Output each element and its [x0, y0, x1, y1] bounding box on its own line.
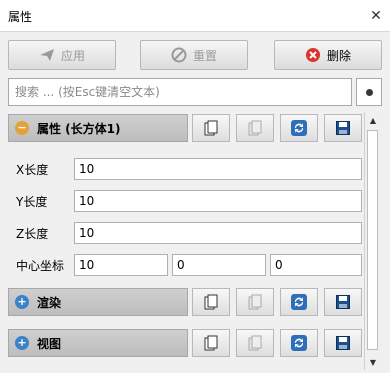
save-button[interactable]: [324, 329, 362, 357]
refresh-icon: [291, 294, 307, 310]
refresh-icon: [291, 335, 307, 351]
expand-icon: +: [15, 336, 29, 350]
search-input[interactable]: [9, 79, 351, 105]
copy-button[interactable]: [192, 114, 230, 142]
x-length-field[interactable]: 10: [74, 158, 362, 180]
paste-button[interactable]: [236, 114, 274, 142]
center-z-field[interactable]: 0: [270, 254, 362, 276]
section-view-header[interactable]: + 视图: [8, 329, 188, 357]
reset-button[interactable]: 重置: [140, 40, 248, 70]
refresh-button[interactable]: [280, 329, 318, 357]
reset-icon: [171, 47, 187, 63]
paste-icon: [248, 294, 262, 310]
search-box: [8, 78, 352, 106]
paste-button[interactable]: [236, 329, 274, 357]
close-button[interactable]: ✕: [366, 6, 386, 26]
section-properties-header[interactable]: − 属性 (长方体1): [8, 114, 188, 142]
scroll-down-icon[interactable]: ▼: [365, 354, 381, 370]
apply-button[interactable]: 应用: [8, 40, 116, 70]
paste-button[interactable]: [236, 288, 274, 316]
refresh-icon: [291, 120, 307, 136]
center-x-field[interactable]: 10: [74, 254, 168, 276]
section-view-title: 视图: [37, 336, 62, 351]
z-length-label: Z长度: [16, 227, 49, 241]
save-icon: [336, 121, 350, 135]
copy-icon: [204, 120, 218, 136]
copy-icon: [204, 294, 218, 310]
copy-icon: [204, 335, 218, 351]
save-icon: [336, 336, 350, 350]
y-length-field[interactable]: 10: [74, 190, 362, 212]
delete-icon: [305, 48, 320, 62]
section-render-header[interactable]: + 渲染: [8, 288, 188, 316]
refresh-button[interactable]: [280, 114, 318, 142]
save-button[interactable]: [324, 114, 362, 142]
scrollbar-thumb[interactable]: [367, 130, 378, 350]
vertical-scrollbar[interactable]: ▲ ▼: [364, 112, 380, 370]
section-properties-title: 属性 (长方体1): [37, 121, 121, 136]
delete-label: 删除: [326, 48, 351, 63]
center-y-field[interactable]: 0: [172, 254, 266, 276]
paste-icon: [248, 335, 262, 351]
copy-button[interactable]: [192, 288, 230, 316]
section-render-title: 渲染: [37, 295, 62, 310]
send-icon: [39, 49, 54, 61]
y-length-label: Y长度: [16, 195, 48, 209]
z-length-field[interactable]: 10: [74, 222, 362, 244]
collapse-icon: −: [15, 121, 29, 135]
paste-icon: [248, 120, 262, 136]
expand-icon: +: [15, 295, 29, 309]
center-label: 中心坐标: [16, 259, 65, 273]
scroll-up-icon[interactable]: ▲: [365, 112, 381, 128]
reset-label: 重置: [192, 48, 217, 63]
properties-panel: 应用 重置 删除 − 属性 (长方体1) X长度 10 Y长度 10 Z长度 1…: [0, 32, 390, 373]
search-option-button[interactable]: [356, 78, 382, 106]
title-bar: 属性 ✕: [0, 0, 390, 32]
delete-button[interactable]: 删除: [274, 40, 382, 70]
copy-button[interactable]: [192, 329, 230, 357]
window-title: 属性: [8, 10, 33, 24]
refresh-button[interactable]: [280, 288, 318, 316]
apply-label: 应用: [60, 48, 85, 63]
save-icon: [336, 295, 350, 309]
dot-icon: [366, 89, 373, 96]
x-length-label: X长度: [16, 163, 49, 177]
save-button[interactable]: [324, 288, 362, 316]
